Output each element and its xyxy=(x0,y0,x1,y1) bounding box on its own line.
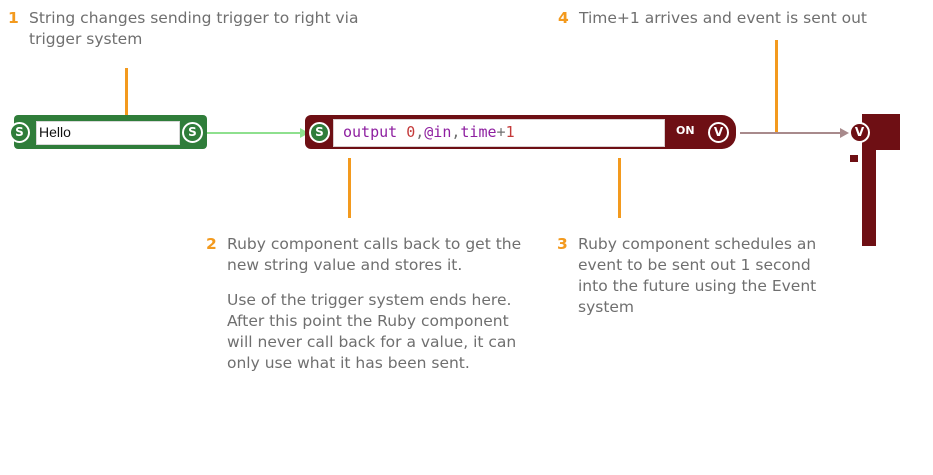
string-value: Hello xyxy=(39,124,71,140)
ruby-output-connector[interactable]: V xyxy=(708,122,729,143)
ruby-input-connector[interactable]: S xyxy=(309,122,330,143)
code-variable: @in xyxy=(424,123,452,141)
ruby-code: output 0,@in,time+1 xyxy=(343,121,515,143)
code-one: 1 xyxy=(505,123,515,141)
string-input-connector[interactable]: S xyxy=(9,122,30,143)
code-number: 0 xyxy=(406,123,416,141)
on-state-label[interactable]: ON xyxy=(676,124,695,137)
code-keyword: output xyxy=(343,123,398,141)
target-input-connector[interactable]: V xyxy=(849,122,870,143)
code-plus: + xyxy=(496,123,506,141)
event-link-arrowhead xyxy=(840,128,849,138)
code-time: time xyxy=(460,123,497,141)
calendar-icon xyxy=(849,154,859,163)
link-lines xyxy=(207,128,849,138)
code-separator: , xyxy=(415,123,425,141)
string-output-connector[interactable]: S xyxy=(182,122,203,143)
